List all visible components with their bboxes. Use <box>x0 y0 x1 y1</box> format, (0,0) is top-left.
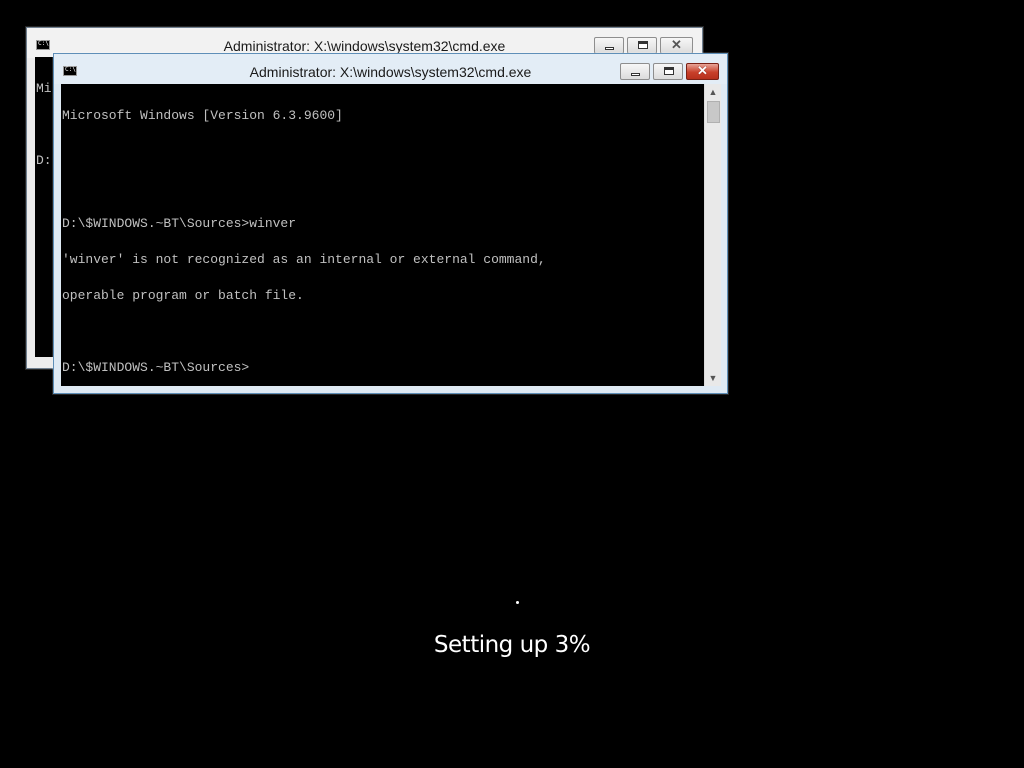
maximize-button[interactable] <box>653 63 683 80</box>
close-icon: ✕ <box>671 37 682 52</box>
setup-status-text: Setting up 3% <box>433 632 591 658</box>
console-line: ​ <box>62 146 704 158</box>
console-line: ​ <box>62 182 704 194</box>
scroll-up-icon[interactable]: ▲ <box>705 84 721 100</box>
scroll-thumb[interactable] <box>707 101 720 123</box>
vertical-scrollbar[interactable]: ▲ ▼ <box>704 84 721 386</box>
console-line: 'winver' is not recognized as an interna… <box>62 252 546 267</box>
close-button-back[interactable]: ✕ <box>660 37 693 54</box>
loading-spinner-icon <box>516 601 519 604</box>
maximize-button-back[interactable] <box>627 37 657 54</box>
console-output[interactable]: Microsoft Windows [Version 6.3.9600] ​ ​… <box>61 84 704 386</box>
scroll-down-icon[interactable]: ▼ <box>705 370 721 386</box>
console-line: Microsoft Windows [Version 6.3.9600] <box>62 108 343 123</box>
console-line: ​ <box>62 326 704 338</box>
title-bar-front[interactable]: Administrator: X:\windows\system32\cmd.e… <box>54 54 727 84</box>
minimize-button[interactable] <box>620 63 650 80</box>
console-line: D:\$WINDOWS.~BT\Sources>winver <box>62 216 297 231</box>
desktop: Administrator: X:\windows\system32\cmd.e… <box>0 0 1024 768</box>
close-button[interactable]: ✕ <box>686 63 719 80</box>
console-line: operable program or batch file. <box>62 288 304 303</box>
cmd-window-front[interactable]: Administrator: X:\windows\system32\cmd.e… <box>53 53 728 394</box>
console-prompt: D:\$WINDOWS.~BT\Sources> <box>62 360 250 375</box>
minimize-button-back[interactable] <box>594 37 624 54</box>
close-icon: ✕ <box>697 63 708 78</box>
